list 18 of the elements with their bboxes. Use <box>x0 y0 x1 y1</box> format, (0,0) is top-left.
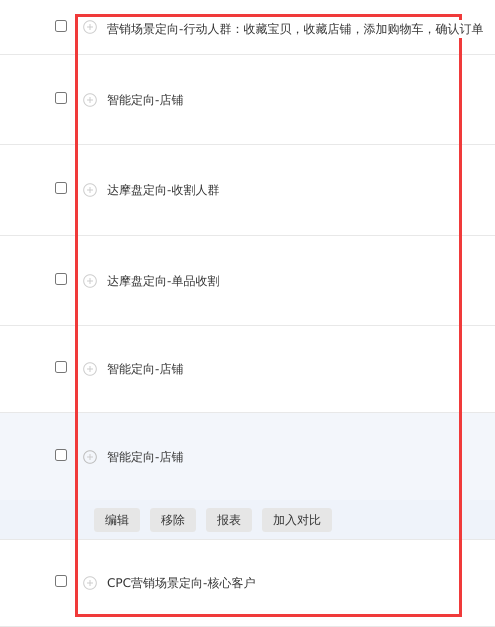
row-checkbox[interactable] <box>55 20 67 32</box>
row-checkbox[interactable] <box>55 182 67 194</box>
row-checkbox[interactable] <box>55 92 67 104</box>
row-label: 智能定向-店铺 <box>107 448 184 466</box>
row-checkbox[interactable] <box>55 361 67 373</box>
row-label: 智能定向-店铺 <box>107 360 184 378</box>
row-label: 达摩盘定向-收割人群 <box>107 181 220 199</box>
row-label: 营销场景定向-行动人群：收藏宝贝，收藏店铺，添加购物车，确认订单 <box>107 20 484 38</box>
action-button[interactable]: 编辑 <box>94 508 140 532</box>
row-label: CPC营销场景定向-核心客户 <box>107 574 256 592</box>
action-button[interactable]: 报表 <box>206 508 252 532</box>
row-checkbox[interactable] <box>55 575 67 587</box>
row-label: 智能定向-店铺 <box>107 90 184 108</box>
row-label: 达摩盘定向-单品收割 <box>107 272 220 290</box>
action-button[interactable]: 加入对比 <box>262 508 332 532</box>
row-checkbox[interactable] <box>55 448 67 460</box>
action-button[interactable]: 移除 <box>150 508 196 532</box>
row-checkbox[interactable] <box>55 272 67 284</box>
